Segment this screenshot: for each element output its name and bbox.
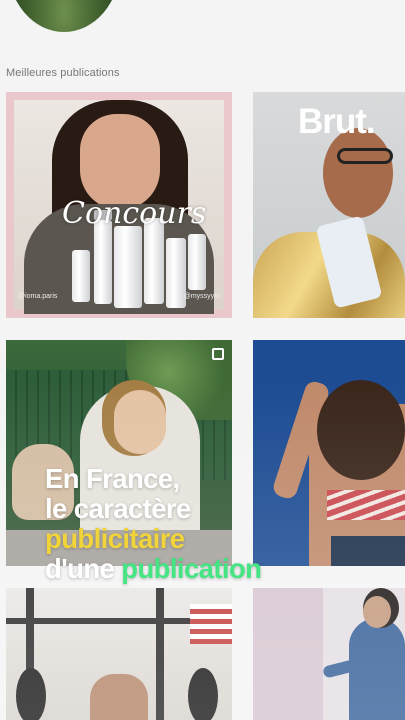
profile-header xyxy=(0,0,405,48)
glasses xyxy=(337,148,393,164)
rack-post xyxy=(156,588,164,720)
post-thumbnail-concours[interactable]: Concours @ioma.paris @myssyym xyxy=(6,92,232,318)
person-head xyxy=(363,596,391,628)
post-thumbnail-suit[interactable] xyxy=(253,588,405,720)
product-bottle xyxy=(72,250,90,302)
product-bottle xyxy=(94,220,112,304)
caption-line-1: En France, xyxy=(45,463,180,494)
section-title: Meilleures publications xyxy=(6,67,120,79)
athlete xyxy=(90,674,148,720)
brut-logo: Brut. xyxy=(298,102,376,141)
person-head xyxy=(114,390,166,454)
post-image: Concours @ioma.paris @myssyym xyxy=(14,100,224,314)
post-thumbnail-gym[interactable] xyxy=(6,588,232,720)
weight-plate xyxy=(188,668,218,720)
wall xyxy=(253,588,323,720)
caption-line-4-white: d'une xyxy=(45,553,122,584)
video-caption: En France, le caractère publicitaire d'u… xyxy=(45,464,385,584)
handle-right: @myssyym xyxy=(183,293,220,300)
post-thumbnail-brut[interactable]: Brut. xyxy=(253,92,405,318)
handle-left: @ioma.paris xyxy=(18,293,58,300)
product-bottle xyxy=(114,226,142,308)
avatar[interactable] xyxy=(8,0,120,32)
caption-line-3: publicitaire xyxy=(45,523,185,554)
caption-line-4: d'une publication xyxy=(45,554,385,584)
caption-line-2: le caractère xyxy=(45,493,191,524)
concours-caption: Concours xyxy=(62,196,207,231)
product-bottle xyxy=(188,234,206,290)
flag xyxy=(190,604,232,644)
multi-image-icon xyxy=(212,348,224,360)
caption-line-4-green: publication xyxy=(121,553,262,584)
weight-plate xyxy=(16,668,46,720)
